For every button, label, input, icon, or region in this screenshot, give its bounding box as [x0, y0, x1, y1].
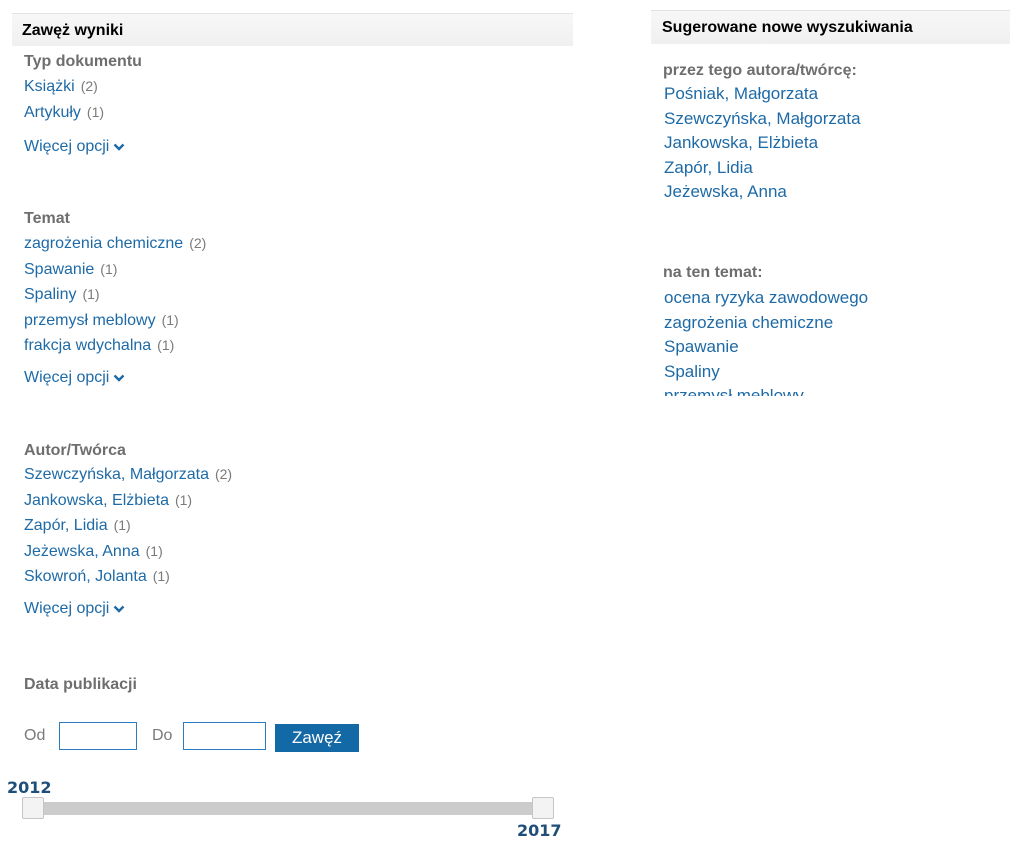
- to-year-input[interactable]: [183, 722, 266, 750]
- suggestion-link[interactable]: Zapór, Lidia: [664, 158, 753, 177]
- facet-count: (1): [157, 337, 175, 353]
- facet-link[interactable]: zagrożenia chemiczne: [24, 235, 183, 252]
- list-item: przemysł meblowy: [664, 385, 868, 396]
- list-item: frakcja wdychalna (1): [24, 334, 206, 360]
- suggested-searches-header: Sugerowane nowe wyszukiwania: [651, 10, 1010, 44]
- facet-count: (1): [145, 542, 163, 559]
- facet-link[interactable]: Spawanie: [24, 261, 94, 278]
- suggestion-link[interactable]: Spawanie: [664, 337, 739, 356]
- facet-count: (1): [82, 286, 100, 302]
- more-label: Więcej opcji: [24, 138, 110, 155]
- by-topic-title: na ten temat:: [663, 264, 763, 281]
- facet-link[interactable]: Jeżewska, Anna: [24, 543, 140, 560]
- by-topic-scroll-area: ocena ryzyka zawodowego zagrożenia chemi…: [660, 287, 1000, 396]
- list-item: Spawanie (1): [24, 258, 206, 284]
- slider-max-label: 2017: [517, 821, 562, 840]
- facet-count: (1): [100, 260, 118, 277]
- topic-more-button[interactable]: Więcej opcji: [24, 369, 125, 387]
- by-author-list: Pośniak, Małgorzata Szewczyńska, Małgorz…: [664, 83, 861, 206]
- author-more-button[interactable]: Więcej opcji: [24, 600, 125, 618]
- facet-count: (1): [113, 517, 131, 533]
- from-label: Od: [24, 727, 46, 744]
- suggestion-link[interactable]: przemysł meblowy: [664, 386, 804, 396]
- facet-link[interactable]: Artykuły: [24, 104, 81, 121]
- refine-results-title: Zawęż wyniki: [22, 22, 124, 39]
- topic-list: zagrożenia chemiczne (2) Spawanie (1) Spal…: [24, 232, 206, 360]
- by-topic-list: ocena ryzyka zawodowego zagrożenia chemi…: [664, 287, 868, 396]
- list-item: Artykuły (1): [24, 101, 104, 127]
- doc-type-list: Książki (2) Artykuły (1): [24, 75, 104, 126]
- list-item: Szewczyńska, Małgorzata: [664, 108, 861, 133]
- date-slider-track[interactable]: [24, 802, 546, 815]
- suggestion-link[interactable]: ocena ryzyka zawodowego: [664, 288, 868, 307]
- suggestion-link[interactable]: zagrożenia chemiczne: [664, 313, 833, 332]
- list-item: ocena ryzyka zawodowego: [664, 287, 868, 312]
- facet-link[interactable]: Jankowska, Elżbieta: [24, 492, 169, 509]
- list-item: Zapór, Lidia: [664, 157, 861, 182]
- facet-link[interactable]: Spaliny: [24, 286, 76, 303]
- list-item: Szewczyńska, Małgorzata (2): [24, 463, 232, 489]
- facet-link[interactable]: frakcja wdychalna: [24, 337, 151, 354]
- list-item: Jankowska, Elżbieta: [664, 132, 861, 157]
- suggestion-link[interactable]: Spaliny: [664, 362, 720, 381]
- slider-max-handle[interactable]: [532, 797, 554, 819]
- list-item: Skowroń, Jolanta (1): [24, 565, 232, 591]
- facet-link[interactable]: Książki: [24, 78, 75, 95]
- slider-min-handle[interactable]: [22, 797, 44, 819]
- more-label: Więcej opcji: [24, 369, 110, 386]
- suggested-searches-title: Sugerowane nowe wyszukiwania: [662, 19, 913, 36]
- list-item: Jankowska, Elżbieta (1): [24, 489, 232, 515]
- suggestion-link[interactable]: Jeżewska, Anna: [664, 182, 787, 201]
- facet-count: (2): [214, 466, 233, 482]
- facet-link[interactable]: przemysł meblowy: [24, 312, 156, 329]
- facet-count: (1): [161, 311, 179, 328]
- refine-results-header: Zawęż wyniki: [12, 13, 573, 46]
- from-year-input[interactable]: [59, 722, 137, 750]
- to-label: Do: [152, 727, 173, 744]
- author-list: Szewczyńska, Małgorzata (2) Jankowska, El…: [24, 463, 232, 591]
- list-item: Jeżewska, Anna: [664, 181, 861, 206]
- facet-count: (1): [152, 568, 170, 584]
- list-item: Jeżewska, Anna (1): [24, 540, 232, 566]
- slider-min-label: 2012: [7, 778, 52, 797]
- list-item: przemysł meblowy (1): [24, 309, 206, 335]
- facet-link[interactable]: Skowroń, Jolanta: [24, 568, 147, 585]
- facet-link[interactable]: Szewczyńska, Małgorzata: [24, 466, 209, 483]
- list-item: Spaliny (1): [24, 283, 206, 309]
- by-author-title: przez tego autora/twórcę:: [663, 62, 857, 79]
- facet-count: (2): [189, 235, 207, 251]
- facet-count: (1): [174, 491, 193, 508]
- list-item: Książki (2): [24, 75, 104, 101]
- facet-link[interactable]: Zapór, Lidia: [24, 517, 108, 534]
- chevron-down-icon: [114, 374, 125, 382]
- suggestion-link[interactable]: Jankowska, Elżbieta: [664, 133, 818, 152]
- suggestion-link[interactable]: Pośniak, Małgorzata: [664, 84, 818, 103]
- list-item: zagrożenia chemiczne: [664, 312, 868, 337]
- doc-type-more-button[interactable]: Więcej opcji: [24, 138, 125, 156]
- apply-date-button[interactable]: Zawęź: [275, 724, 359, 752]
- list-item: zagrożenia chemiczne (2): [24, 232, 206, 258]
- topic-title: Temat: [24, 210, 70, 227]
- more-label: Więcej opcji: [24, 600, 110, 617]
- author-title: Autor/Twórca: [24, 442, 126, 459]
- list-item: Spaliny: [664, 361, 868, 386]
- pub-date-title: Data publikacji: [24, 676, 137, 693]
- chevron-down-icon: [114, 143, 125, 151]
- list-item: Spawanie: [664, 336, 868, 361]
- facet-count: (2): [80, 78, 98, 94]
- list-item: Pośniak, Małgorzata: [664, 83, 861, 108]
- suggestion-link[interactable]: Szewczyńska, Małgorzata: [664, 109, 861, 128]
- chevron-down-icon: [114, 605, 125, 613]
- doc-type-title: Typ dokumentu: [24, 53, 142, 70]
- list-item: Zapór, Lidia (1): [24, 514, 232, 540]
- facet-count: (1): [86, 103, 105, 120]
